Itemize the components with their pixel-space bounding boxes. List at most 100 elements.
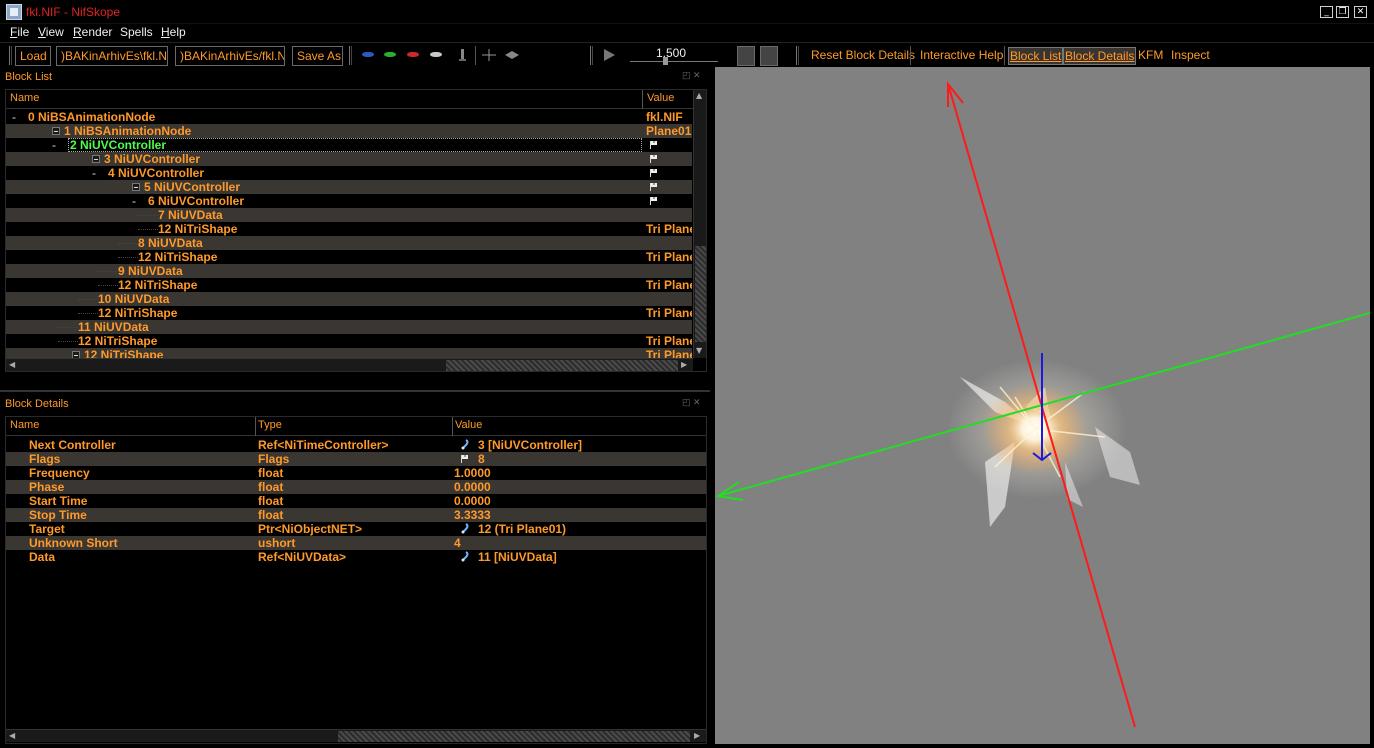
scroll-thumb[interactable] — [338, 731, 690, 742]
link-icon[interactable] — [460, 523, 469, 534]
tree-row[interactable]: -6 NiUVController — [6, 194, 692, 208]
menu-view[interactable]: View — [38, 25, 64, 39]
toolbar-grip-4[interactable] — [796, 46, 799, 65]
collapse-icon[interactable]: - — [12, 110, 16, 124]
menu-render[interactable]: Render — [73, 25, 112, 39]
detail-row[interactable]: Frequency float 1.0000 — [6, 466, 706, 480]
viewport-scene[interactable] — [715, 67, 1370, 744]
loop-button[interactable] — [737, 46, 755, 66]
tree-guide-line — [118, 257, 138, 258]
block-list-toggle[interactable]: Block List — [1008, 47, 1064, 65]
perspective-icon[interactable] — [481, 48, 497, 62]
minimize-icon[interactable]: _ — [1320, 6, 1333, 18]
play-icon[interactable] — [601, 48, 617, 62]
tree-row[interactable]: -2 NiUVController — [6, 138, 692, 152]
tree-row-value: Tri Plane — [646, 334, 692, 348]
interactive-help-button[interactable]: Interactive Help — [920, 47, 1003, 63]
scroll-down-icon[interactable]: ▼ — [696, 346, 702, 355]
panel-splitter[interactable] — [0, 390, 710, 392]
menu-help[interactable]: Help — [161, 25, 186, 39]
block-details-horizontal-scrollbar[interactable]: ◀ ▶ — [6, 729, 706, 742]
view-user-icon[interactable] — [430, 52, 442, 57]
kfm-button[interactable]: KFM — [1138, 47, 1163, 63]
scroll-right-icon[interactable]: ▶ — [694, 731, 700, 740]
dock-float-icon[interactable]: ◰ ✕ — [682, 397, 701, 408]
toolbar-grip-3[interactable] — [590, 46, 593, 65]
collapse-icon[interactable]: - — [52, 138, 56, 152]
detail-row[interactable]: Start Time float 0.0000 — [6, 494, 706, 508]
save-as-button[interactable]: Save As — [292, 46, 343, 66]
tree-row[interactable]: 7 NiUVData — [6, 208, 692, 222]
block-details-table[interactable]: Name Type Value Next Controller Ref<NiTim… — [5, 416, 707, 744]
tree-row-label: 4 NiUVController — [108, 166, 205, 180]
view-top-icon[interactable] — [362, 52, 374, 57]
detail-row[interactable]: Stop Time float 3.3333 — [6, 508, 706, 522]
column-header-type[interactable]: Type — [258, 419, 282, 431]
detail-value: 3 [NiUVController] — [478, 438, 583, 452]
detail-row[interactable]: Target Ptr<NiObjectNET> 12 (Tri Plane01) — [6, 522, 706, 536]
scroll-thumb[interactable] — [446, 360, 678, 371]
collapse-icon[interactable]: - — [132, 194, 136, 208]
menu-file[interactable]: File — [10, 25, 29, 39]
load-path-field[interactable]: )BAKinArhivEs\fkl.NIF — [56, 46, 168, 66]
block-details-toggle[interactable]: Block Details — [1063, 47, 1137, 65]
inspect-button[interactable]: Inspect — [1171, 47, 1210, 63]
close-icon[interactable]: ✕ — [1354, 6, 1367, 18]
column-header-value[interactable]: Value — [647, 92, 674, 104]
tree-row[interactable]: 12 NiTriShape Tri Plane — [6, 222, 692, 236]
tree-row[interactable]: 9 NiUVData — [6, 264, 692, 278]
tree-row[interactable]: -4 NiUVController — [6, 166, 692, 180]
speed-slider[interactable] — [630, 61, 718, 62]
restore-icon[interactable]: ❐ — [1336, 6, 1349, 18]
scroll-right-icon[interactable]: ▶ — [681, 360, 687, 369]
menu-spells[interactable]: Spells — [120, 25, 153, 39]
view-side-icon[interactable] — [407, 52, 419, 57]
column-header-name[interactable]: Name — [10, 92, 39, 104]
collapse-box-icon[interactable] — [132, 183, 140, 191]
save-path-field[interactable]: )BAKinArhivEs/fkl.NIF — [175, 46, 285, 66]
toolbar: Load )BAKinArhivEs\fkl.NIF )BAKinArhivEs… — [0, 42, 1374, 67]
speed-slider-handle[interactable] — [663, 57, 668, 65]
reset-block-details-button[interactable]: Reset Block Details — [811, 47, 915, 63]
scroll-left-icon[interactable]: ◀ — [9, 731, 15, 740]
tree-row[interactable]: 11 NiUVData — [6, 320, 692, 334]
detail-row[interactable]: Next Controller Ref<NiTimeController> 3 [N… — [6, 438, 706, 452]
view-front-icon[interactable] — [384, 52, 396, 57]
link-icon[interactable] — [460, 439, 469, 450]
dock-float-icon[interactable]: ◰ ✕ — [682, 70, 701, 81]
detail-row[interactable]: Flags Flags 8 — [6, 452, 706, 466]
tree-row[interactable]: 8 NiUVData — [6, 236, 692, 250]
block-list-vertical-scrollbar[interactable]: ▲ ▼ — [693, 90, 706, 358]
block-list-horizontal-scrollbar[interactable]: ◀ ▶ — [6, 358, 693, 371]
block-list-tree[interactable]: Name Value -0 NiBSAnimationNode fkl.NIF 1 … — [5, 89, 707, 372]
tree-row[interactable]: 12 NiTriShape Tri Plane — [6, 334, 692, 348]
column-header-value[interactable]: Value — [455, 419, 482, 431]
collapse-box-icon[interactable] — [92, 155, 100, 163]
toolbar-grip[interactable] — [9, 46, 12, 65]
column-header-name[interactable]: Name — [10, 419, 39, 431]
detail-row[interactable]: Phase float 0.0000 — [6, 480, 706, 494]
collapse-icon[interactable]: - — [92, 166, 96, 180]
tree-row[interactable]: -0 NiBSAnimationNode fkl.NIF — [6, 110, 692, 124]
render-viewport[interactable] — [715, 67, 1370, 744]
wireframe-icon[interactable] — [504, 48, 520, 62]
tree-row[interactable]: 3 NiUVController — [6, 152, 692, 166]
flags-icon[interactable] — [460, 453, 469, 464]
tree-row[interactable]: 1 NiBSAnimationNode Plane01 — [6, 124, 692, 138]
tree-row[interactable]: 12 NiTriShape Tri Plane — [6, 250, 692, 264]
link-icon[interactable] — [460, 551, 469, 562]
detail-row[interactable]: Unknown Short ushort 4 — [6, 536, 706, 550]
detail-row[interactable]: Data Ref<NiUVData> 11 [NiUVData] — [6, 550, 706, 564]
scroll-thumb[interactable] — [695, 246, 706, 342]
tree-row[interactable]: 10 NiUVData — [6, 292, 692, 306]
flip-view-icon[interactable] — [455, 48, 471, 62]
scroll-up-icon[interactable]: ▲ — [696, 91, 702, 100]
scroll-left-icon[interactable]: ◀ — [9, 360, 15, 369]
tree-row[interactable]: 5 NiUVController — [6, 180, 692, 194]
toolbar-grip-2[interactable] — [349, 46, 352, 65]
tree-row[interactable]: 12 NiTriShape Tri Plane — [6, 278, 692, 292]
load-button[interactable]: Load — [15, 46, 51, 66]
collapse-box-icon[interactable] — [52, 127, 60, 135]
switch-button[interactable] — [760, 46, 778, 66]
tree-row[interactable]: 12 NiTriShape Tri Plane — [6, 306, 692, 320]
